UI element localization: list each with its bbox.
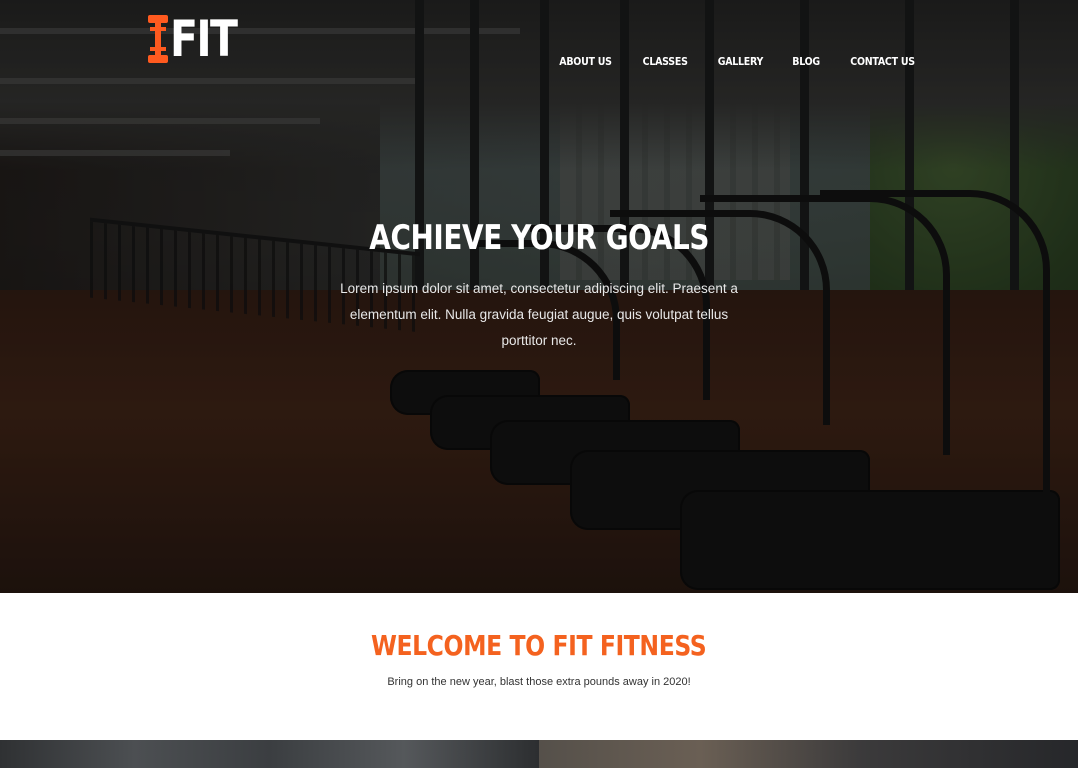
hero-title: ACHIEVE YOUR GOALS [369, 218, 709, 258]
welcome-text: Bring on the new year, blast those extra… [387, 676, 691, 688]
nav-item-about-us[interactable]: ABOUT US [559, 55, 612, 68]
hero-content: ACHIEVE YOUR GOALS Lorem ipsum dolor sit… [0, 218, 1078, 354]
dumbbell-icon [148, 13, 168, 65]
nav-item-blog[interactable]: BLOG [792, 55, 820, 68]
nav-item-classes[interactable]: CLASSES [642, 55, 687, 68]
nav-item-gallery[interactable]: GALLERY [718, 55, 764, 68]
site-logo[interactable]: FIT [148, 12, 251, 66]
logo-text: FIT [170, 10, 238, 68]
welcome-title: WELCOME TO FIT FITNESS [371, 629, 707, 662]
gallery-strip [0, 740, 1078, 768]
hero-section: FIT ABOUT US CLASSES GALLERY BLOG CONTAC… [0, 0, 1078, 593]
gallery-photo [0, 740, 539, 768]
nav-item-contact-us[interactable]: CONTACT US [850, 55, 915, 68]
gallery-photo [539, 740, 1078, 768]
main-nav: ABOUT US CLASSES GALLERY BLOG CONTACT US [555, 55, 920, 68]
hero-text: Lorem ipsum dolor sit amet, consectetur … [340, 281, 738, 348]
welcome-section: WELCOME TO FIT FITNESS Bring on the new … [0, 593, 1078, 740]
